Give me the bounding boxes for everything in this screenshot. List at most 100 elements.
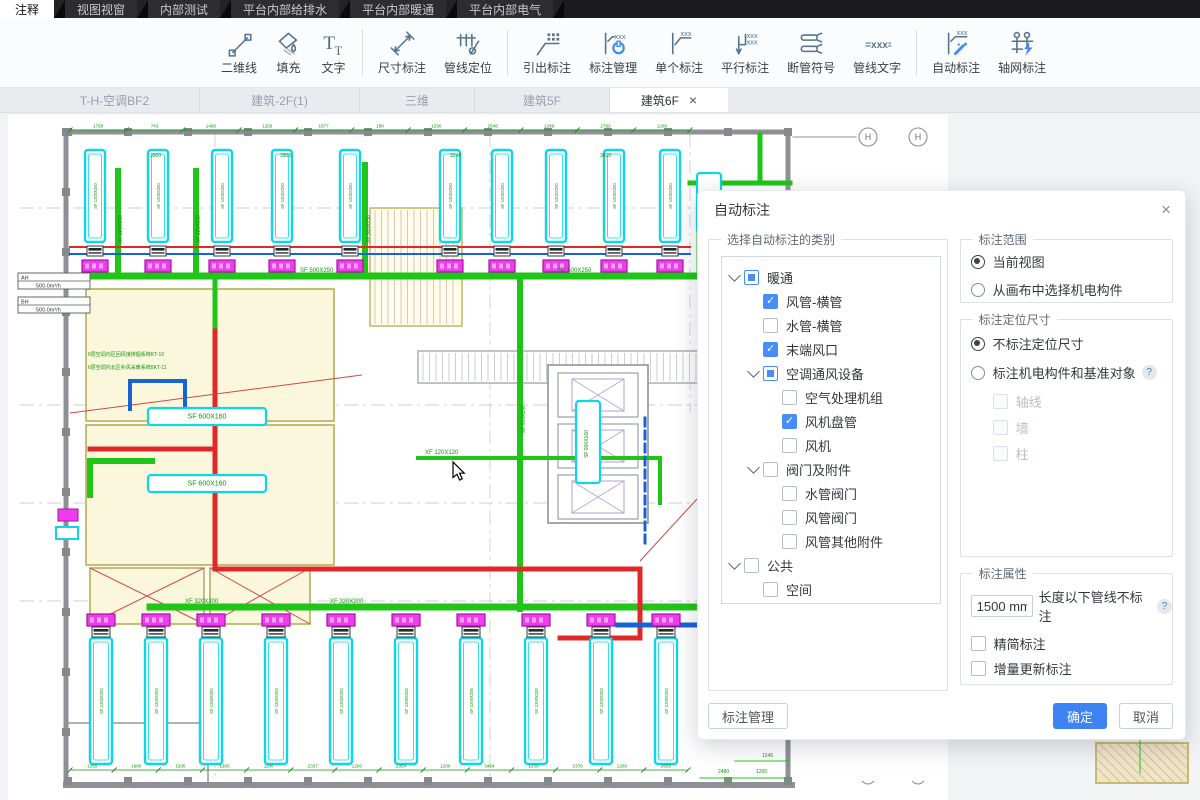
checkbox-simplified[interactable]: 精简标注 — [961, 634, 1172, 653]
checkbox-unchecked-icon[interactable] — [782, 510, 797, 525]
toolbar-separator — [507, 30, 508, 76]
radio-select-from-canvas[interactable]: 从画布中选择机电构件 — [961, 280, 1172, 299]
svg-text:SF 1200X200: SF 1200X200 — [534, 688, 539, 714]
checkbox-partial-icon[interactable] — [744, 270, 759, 285]
svg-text:500.0m³/h: 500.0m³/h — [36, 284, 61, 290]
leader-icon — [534, 30, 561, 57]
doc-tab-三维[interactable]: 三维 — [360, 88, 475, 112]
cancel-button[interactable]: 取消 — [1119, 703, 1173, 729]
tool-dim[interactable]: 尺寸标注 — [369, 30, 435, 76]
doc-tab-建筑6F[interactable]: 建筑6F× — [610, 88, 728, 112]
chevron-down-icon[interactable] — [728, 557, 741, 570]
ok-button[interactable]: 确定 — [1053, 703, 1107, 729]
checkbox-unchecked-icon[interactable] — [763, 318, 778, 333]
tree-item-暖通[interactable]: 暖通 — [722, 265, 940, 289]
tool-label: 文字 — [322, 59, 346, 76]
tool-single[interactable]: xxx单个标注 — [646, 30, 712, 76]
checkbox-unchecked-icon[interactable] — [971, 636, 986, 651]
checkbox-checked-icon[interactable] — [763, 294, 778, 309]
tool-fill[interactable]: 填充 — [266, 30, 311, 76]
svg-text:SF 1200X200: SF 1200X200 — [469, 688, 474, 714]
svg-text:SF 1200X200: SF 1200X200 — [209, 688, 214, 714]
doc-tab-建筑5F[interactable]: 建筑5F — [475, 88, 610, 112]
close-icon[interactable]: × — [1161, 200, 1171, 220]
tree-item-label: 空调通风设备 — [786, 364, 864, 383]
svg-text:XF 320X200: XF 320X200 — [118, 215, 124, 243]
checkbox-unchecked-icon[interactable] — [763, 582, 778, 597]
radio-no-position-dim[interactable]: 不标注定位尺寸 — [961, 334, 1172, 353]
svg-text:SF 1200X200: SF 1200X200 — [348, 183, 353, 209]
checkbox-unchecked-icon[interactable] — [744, 558, 759, 573]
tool-pipeloc[interactable]: 管线定位 — [435, 30, 501, 76]
radio-off-icon[interactable] — [971, 283, 985, 297]
checkbox-unchecked-icon[interactable] — [971, 661, 986, 676]
checkbox-unchecked-icon[interactable] — [782, 534, 797, 549]
annotation-manage-button[interactable]: 标注管理 — [708, 703, 788, 729]
checkbox-unchecked-icon[interactable] — [782, 390, 797, 405]
svg-text:6层空调内北区补风采暖系统8KT-11: 6层空调内北区补风采暖系统8KT-11 — [88, 364, 167, 371]
tool-parallel[interactable]: xxxxxx平行标注 — [712, 30, 778, 76]
tool-text[interactable]: TT文字 — [311, 30, 356, 76]
tree-item-公共[interactable]: 公共 — [722, 553, 940, 577]
doc-tab-建筑-2F(1)[interactable]: 建筑-2F(1) — [200, 88, 360, 112]
checkbox-incremental[interactable]: 增量更新标注 — [961, 659, 1172, 678]
close-tab-icon[interactable]: × — [689, 93, 697, 107]
checkbox-partial-icon[interactable] — [763, 366, 778, 381]
chevron-down-icon[interactable] — [747, 461, 760, 474]
checkbox-unchecked-icon[interactable] — [782, 486, 797, 501]
tool-gridmark[interactable]: 轴网标注 — [989, 30, 1055, 76]
ribbon-tab-平台内部暖通[interactable]: 平台内部暖通 — [350, 0, 446, 18]
svg-text:XF 320X200: XF 320X200 — [196, 215, 202, 243]
radio-dim-to-datum[interactable]: 标注机电构件和基准对象 ? — [961, 363, 1172, 382]
annotation-toolbar: 二维线填充TT文字尺寸标注管线定位引出标注xxx标注管理xxx单个标注xxxxx… — [0, 18, 1200, 88]
help-icon[interactable]: ? — [1157, 599, 1172, 614]
tool-pipetext[interactable]: =xxx=管线文字 — [844, 30, 910, 76]
svg-text:SF 1200X200: SF 1200X200 — [612, 183, 617, 209]
tool-label: 尺寸标注 — [378, 59, 426, 76]
svg-text:SF 600X160: SF 600X160 — [188, 414, 227, 421]
svg-text:SF 1200X200: SF 1200X200 — [448, 183, 453, 209]
tree-item-阀门及附件[interactable]: 阀门及附件 — [722, 457, 940, 481]
checkbox-wall-label: 墙 — [1016, 418, 1029, 437]
tool-breakpipe[interactable]: 断管符号 — [778, 30, 844, 76]
gridmark-icon — [1009, 30, 1036, 57]
radio-current-view[interactable]: 当前视图 — [961, 252, 1172, 271]
doc-tab-label: 建筑-2F(1) — [251, 92, 308, 109]
help-icon[interactable]: ? — [1142, 365, 1157, 380]
tree-item-风管-横管[interactable]: 风管-横管 — [722, 289, 940, 313]
tree-item-风机盘管[interactable]: 风机盘管 — [722, 409, 940, 433]
tree-item-空气处理机组[interactable]: 空气处理机组 — [722, 385, 940, 409]
tree-item-空间[interactable]: 空间 — [722, 577, 940, 601]
ribbon-tab-平台内部电气[interactable]: 平台内部电气 — [457, 0, 553, 18]
tool-leader[interactable]: 引出标注 — [514, 30, 580, 76]
tree-item-水管阀门[interactable]: 水管阀门 — [722, 481, 940, 505]
ribbon-tab-内部测试[interactable]: 内部测试 — [148, 0, 220, 18]
tool-auto[interactable]: xxx自动标注 — [923, 30, 989, 76]
checkbox-checked-icon[interactable] — [782, 414, 797, 429]
tool-manage[interactable]: xxx标注管理 — [580, 30, 646, 76]
checkbox-checked-icon[interactable] — [763, 342, 778, 357]
tree-item-风管阀门[interactable]: 风管阀门 — [722, 505, 940, 529]
ribbon-tab-annotation[interactable]: 注释 — [0, 0, 54, 18]
svg-text:xxx: xxx — [680, 30, 691, 38]
chevron-down-icon[interactable] — [728, 269, 741, 282]
doc-tab-T-H-空调BF2[interactable]: T-H-空调BF2 — [30, 88, 200, 112]
tool-line2d[interactable]: 二维线 — [212, 30, 266, 76]
ribbon-tab-视图视窗[interactable]: 视图视窗 — [65, 0, 137, 18]
tree-item-末端风口[interactable]: 末端风口 — [722, 337, 940, 361]
ribbon-tab-平台内部给排水[interactable]: 平台内部给排水 — [231, 0, 339, 18]
checkbox-unchecked-icon[interactable] — [782, 438, 797, 453]
checkbox-simplified-label: 精简标注 — [994, 634, 1046, 653]
tree-item-空调通风设备[interactable]: 空调通风设备 — [722, 361, 940, 385]
tree-item-水管-横管[interactable]: 水管-横管 — [722, 313, 940, 337]
category-tree[interactable]: 暖通风管-横管水管-横管末端风口空调通风设备空气处理机组风机盘管风机阀门及附件水… — [721, 256, 941, 604]
radio-off-icon[interactable] — [971, 366, 985, 380]
min-length-input[interactable] — [971, 595, 1033, 617]
tree-item-风管其他附件[interactable]: 风管其他附件 — [722, 529, 940, 553]
radio-on-icon[interactable] — [971, 337, 985, 351]
svg-text:3248: 3248 — [450, 153, 461, 159]
checkbox-unchecked-icon[interactable] — [763, 462, 778, 477]
chevron-down-icon[interactable] — [747, 365, 760, 378]
tree-item-风机[interactable]: 风机 — [722, 433, 940, 457]
radio-on-icon[interactable] — [971, 255, 985, 269]
